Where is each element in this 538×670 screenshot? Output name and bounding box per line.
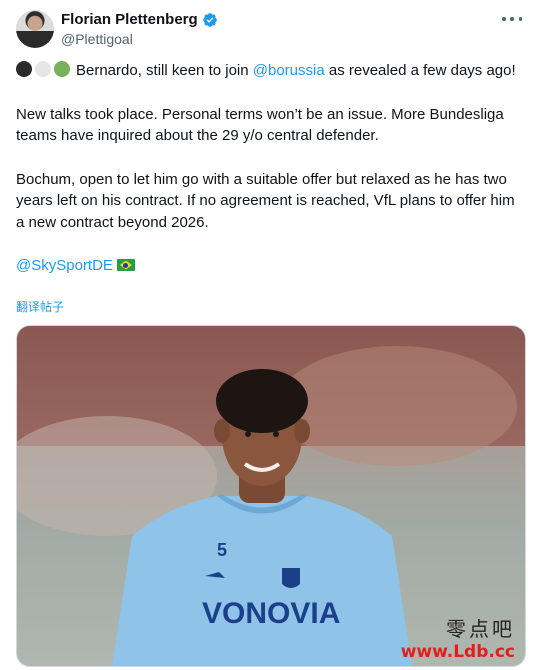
white-circle-icon	[35, 61, 51, 77]
shirt-number: 5	[217, 540, 227, 560]
green-circle-icon	[54, 61, 70, 77]
mention-skysportde-link[interactable]: @SkySportDE	[16, 257, 113, 274]
tweet-photo[interactable]: 5 VONOVIA 零点吧 www.Ldb.cc	[16, 325, 526, 667]
watermark-chinese: 零点吧	[446, 617, 515, 641]
watermark-url: www.Ldb.cc	[400, 642, 515, 662]
avatar[interactable]	[16, 10, 54, 48]
display-name[interactable]: Florian Plettenberg	[61, 11, 198, 29]
tweet-paragraph-4: @SkySportDE	[16, 255, 524, 277]
emoji-circles	[16, 61, 70, 77]
name-row: Florian Plettenberg	[61, 11, 218, 29]
tweet-text: Bernardo, still keen to join @borussia a…	[16, 60, 524, 299]
brazil-flag-icon	[116, 259, 135, 271]
more-horizontal-icon[interactable]	[502, 12, 522, 26]
text-segment: as revealed a few days ago!	[324, 62, 516, 79]
tweet-header: Florian Plettenberg @Plettigoal	[16, 10, 522, 50]
handle[interactable]: @Plettigoal	[61, 30, 133, 48]
tweet-paragraph-3: Bochum, open to let him go with a suitab…	[16, 170, 515, 231]
tweet-paragraph-2: New talks took place. Personal terms won…	[16, 105, 504, 145]
black-circle-icon	[16, 61, 32, 77]
translate-post-link[interactable]: 翻译帖子	[16, 298, 64, 315]
text-segment: Bernardo, still keen to join	[76, 62, 253, 79]
tweet-paragraph-1: Bernardo, still keen to join @borussia a…	[16, 60, 524, 82]
verified-badge-icon	[202, 13, 217, 27]
watermark: 零点吧 www.Ldb.cc	[401, 613, 515, 662]
mention-borussia-link[interactable]: @borussia	[253, 62, 325, 79]
shirt-sponsor: VONOVIA	[202, 597, 340, 630]
